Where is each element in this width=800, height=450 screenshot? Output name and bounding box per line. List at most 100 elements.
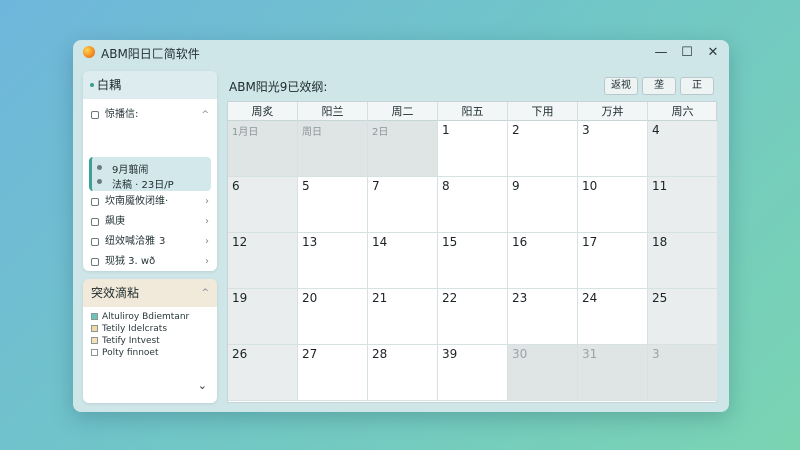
day-number: 6: [232, 179, 240, 193]
chevron-down-icon[interactable]: ⌄: [198, 379, 207, 392]
day-number: 3: [582, 123, 590, 137]
chevron-right-icon: ›: [205, 216, 209, 227]
calendar-weekday-header: 周炙 阳兰 周二 阳五 下用 万丼 周六: [228, 102, 718, 121]
day-number: 2日: [372, 127, 389, 138]
calendar-day-cell[interactable]: 5: [298, 177, 368, 233]
calendar-day-cell[interactable]: 2: [508, 121, 578, 177]
calendar-day-cell[interactable]: 11: [648, 177, 718, 233]
calendar-day-cell[interactable]: 9: [508, 177, 578, 233]
calendar-day-cell[interactable]: 2日: [368, 121, 438, 177]
chevron-right-icon: ›: [205, 196, 209, 207]
weekday-label: 周二: [368, 102, 438, 121]
sidebar-item-label: 坎南魇攸闭维·: [105, 196, 169, 207]
day-number: 28: [372, 347, 388, 361]
day-number: 19: [232, 291, 248, 305]
calendar-day-cell[interactable]: 1: [438, 121, 508, 177]
calendar-day-cell[interactable]: 6: [228, 177, 298, 233]
day-number: 27: [302, 347, 318, 361]
day-number: 1: [442, 123, 450, 137]
legend-label: Altuliroy Bdiemtanr: [102, 312, 190, 322]
calendar-day-cell[interactable]: 25: [648, 289, 718, 345]
sidebar-item-label: 飙庚: [105, 216, 125, 227]
calendar-day-cell[interactable]: 22: [438, 289, 508, 345]
legend-label: Polty finnoet: [102, 348, 159, 358]
calendar-day-cell[interactable]: 12: [228, 233, 298, 289]
day-number: 22: [442, 291, 458, 305]
day-number: 9: [512, 179, 520, 193]
new-button[interactable]: 正: [680, 77, 714, 95]
day-number: 5: [302, 179, 310, 193]
calendar-day-cell[interactable]: 27: [298, 345, 368, 401]
window-title: ABM阳日匚简软件: [101, 47, 200, 61]
day-number: 23: [512, 291, 528, 305]
group-checkbox[interactable]: [91, 111, 99, 119]
calendar-day-cell[interactable]: 17: [578, 233, 648, 289]
weekday-label: 万丼: [578, 102, 648, 121]
weekday-label: 阳五: [438, 102, 508, 121]
page-title: ABM阳光9已效纲:: [229, 80, 328, 94]
calendar-day-cell[interactable]: 8: [438, 177, 508, 233]
item-checkbox[interactable]: [91, 218, 99, 226]
weekday-label: 下用: [508, 102, 578, 121]
calendar-day-cell[interactable]: 7: [368, 177, 438, 233]
calendar-day-cell[interactable]: 18: [648, 233, 718, 289]
sidebar-panel-title: 白耦: [97, 78, 122, 92]
calendar-day-cell[interactable]: 3: [648, 345, 718, 401]
calendar-day-cell[interactable]: 26: [228, 345, 298, 401]
sidebar-item[interactable]: 现狨 3. wð ›: [83, 252, 217, 271]
day-number: 30: [512, 347, 528, 361]
legend-swatch: [91, 337, 98, 344]
legend-panel-title: 突效滴粘: [91, 286, 140, 300]
calendar-day-cell[interactable]: 周日: [298, 121, 368, 177]
sidebar-legend-panel: 突效滴粘 ^ Altuliroy Bdiemtanr Tetily Idelcr…: [83, 279, 217, 403]
chevron-right-icon: ›: [205, 236, 209, 247]
minimize-button[interactable]: —: [651, 43, 671, 63]
item-checkbox[interactable]: [91, 198, 99, 206]
day-number: 16: [512, 235, 528, 249]
item-checkbox[interactable]: [91, 238, 99, 246]
day-number: 21: [372, 291, 388, 305]
maximize-button[interactable]: ☐: [677, 43, 697, 63]
calendar-day-cell[interactable]: 14: [368, 233, 438, 289]
sidebar-item[interactable]: 纽效喊洽雅 3 ›: [83, 232, 217, 252]
calendar-day-cell[interactable]: 16: [508, 233, 578, 289]
sidebar-panel-header[interactable]: 白耦: [83, 71, 217, 99]
day-number: 7: [372, 179, 380, 193]
calendar-day-cell[interactable]: 30: [508, 345, 578, 401]
chevron-up-icon[interactable]: ^: [201, 279, 209, 307]
chevron-up-icon[interactable]: ^: [201, 105, 209, 125]
calendar-day-cell[interactable]: 10: [578, 177, 648, 233]
calendar-day-cell[interactable]: 1月日: [228, 121, 298, 177]
chevron-right-icon: ›: [205, 256, 209, 267]
calendar-day-cell[interactable]: 13: [298, 233, 368, 289]
month-calendar: 周炙 阳兰 周二 阳五 下用 万丼 周六 1月日 周日 2日 1 2 3 4 6 5 7 8 9 10 11 12 13 1…: [227, 101, 718, 403]
view-button[interactable]: 垄: [642, 77, 676, 95]
day-number: 1月日: [232, 127, 259, 138]
calendar-day-cell[interactable]: 20: [298, 289, 368, 345]
sidebar-item-label: 现狨 3. wð: [105, 256, 156, 267]
day-number: 20: [302, 291, 318, 305]
calendar-day-cell[interactable]: 3: [578, 121, 648, 177]
sidebar-group-header[interactable]: 惊播信: ^: [83, 105, 217, 125]
calendar-day-cell[interactable]: 4: [648, 121, 718, 177]
calendar-day-cell[interactable]: 39: [438, 345, 508, 401]
calendar-day-cell[interactable]: 19: [228, 289, 298, 345]
sidebar-item[interactable]: 飙庚 ›: [83, 212, 217, 232]
legend-panel-header[interactable]: 突效滴粘 ^: [83, 279, 217, 307]
calendar-day-cell[interactable]: 28: [368, 345, 438, 401]
calendar-day-cell[interactable]: 31: [578, 345, 648, 401]
sidebar-item[interactable]: 坎南魇攸闭维· ›: [83, 192, 217, 212]
legend-label: Tetify Intvest: [102, 336, 160, 346]
calendar-day-cell[interactable]: 23: [508, 289, 578, 345]
day-number: 25: [652, 291, 668, 305]
day-number: 2: [512, 123, 520, 137]
today-button[interactable]: 返视: [604, 77, 638, 95]
item-checkbox[interactable]: [91, 258, 99, 266]
day-number: 17: [582, 235, 598, 249]
selected-event-card[interactable]: 9月翦闹 法稿 · 23日/P: [89, 157, 211, 191]
calendar-day-cell[interactable]: 15: [438, 233, 508, 289]
calendar-day-cell[interactable]: 24: [578, 289, 648, 345]
calendar-day-cell[interactable]: 21: [368, 289, 438, 345]
weekday-label: 阳兰: [298, 102, 368, 121]
close-button[interactable]: ✕: [703, 43, 723, 63]
